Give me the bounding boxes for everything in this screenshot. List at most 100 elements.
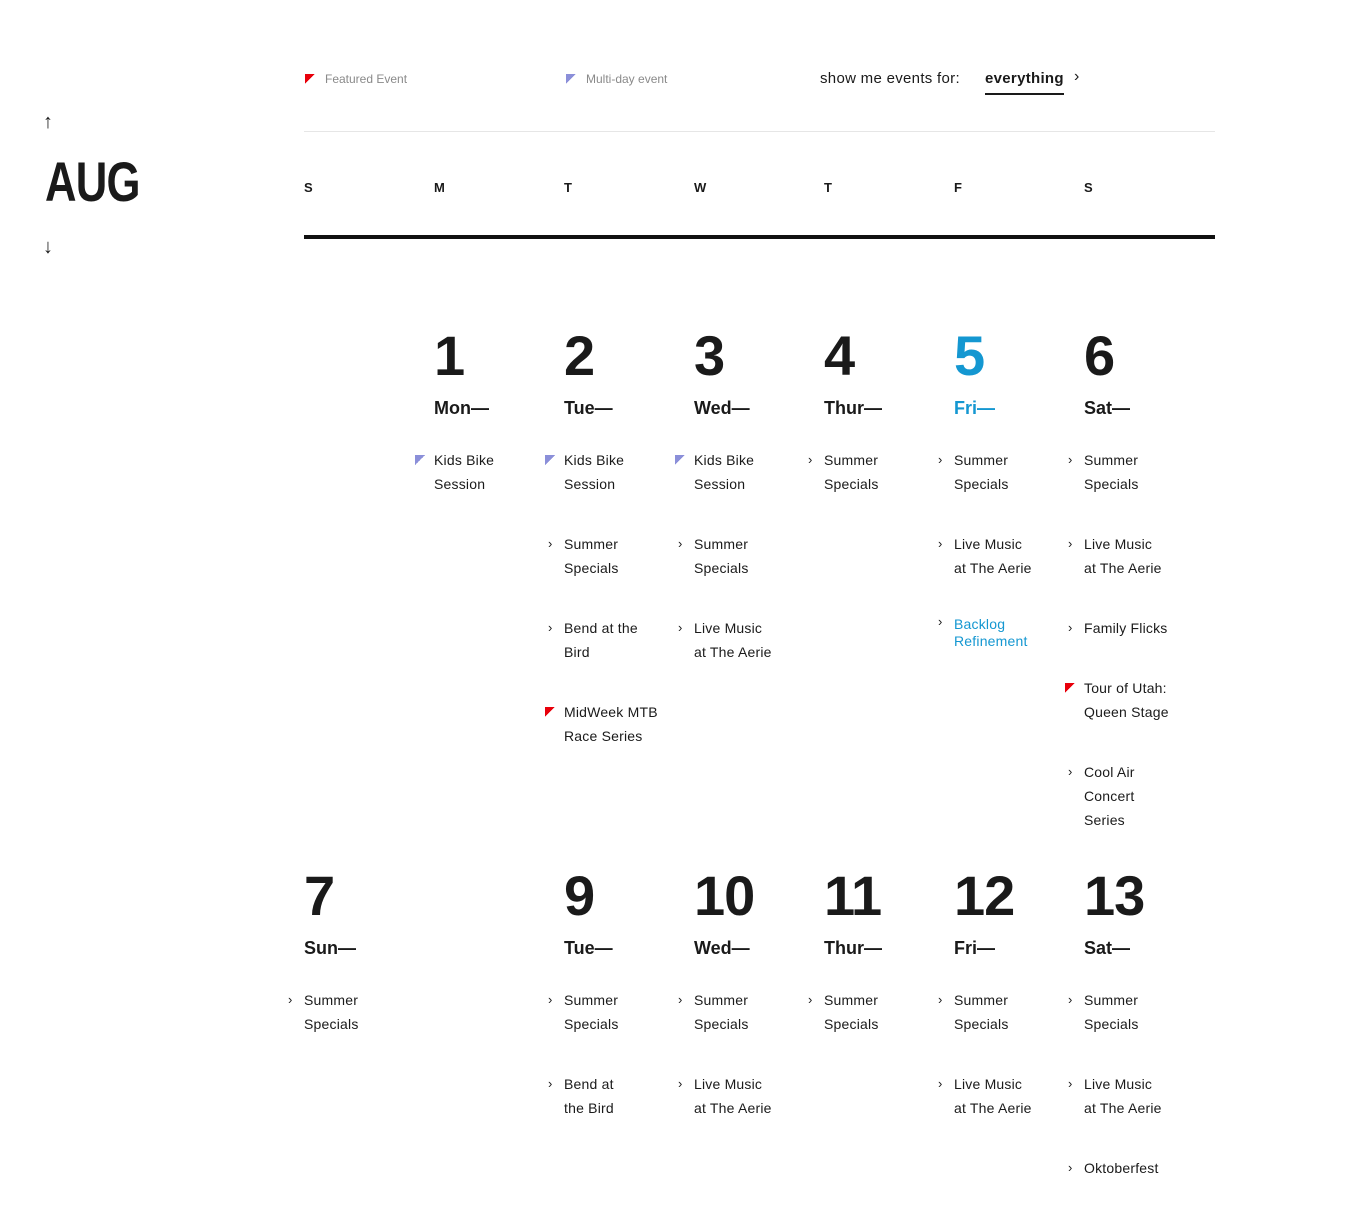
chevron-right-icon: › xyxy=(938,452,943,467)
event-title-line: Bend at the xyxy=(564,620,638,636)
day-number: 3 xyxy=(694,324,725,387)
event-title-line: Summer xyxy=(694,992,749,1008)
event-title-line: Family Flicks xyxy=(1084,620,1168,636)
day-cell: 13 Sat— › Summer Specials › Live Music at The A… xyxy=(1068,864,1209,1216)
event-title-line: Cool Air xyxy=(1084,764,1135,780)
event-title-line: Session xyxy=(694,476,746,492)
weekday-label: M xyxy=(434,180,445,195)
event-item[interactable]: › Summer Specials xyxy=(808,988,949,1036)
event-item[interactable]: › Summer Specials xyxy=(678,532,819,580)
event-title-line: Summer xyxy=(564,536,619,552)
event-list: › Summer Specials › Live Music at The Aerie xyxy=(678,988,819,1120)
event-item[interactable]: › Summer Specials xyxy=(938,448,1079,496)
event-list: Kids Bike Session › Summer Specials › Bend at … xyxy=(545,448,689,748)
day-number: 11 xyxy=(824,864,882,927)
header-divider xyxy=(304,131,1215,132)
event-item[interactable]: › Live Music at The Aerie xyxy=(678,1072,819,1120)
event-title-line: Specials xyxy=(304,1016,359,1032)
day-cell: 7 Sun— › Summer Specials xyxy=(288,868,429,1072)
chevron-right-icon: › xyxy=(1068,1076,1073,1091)
day-cell: 10 Wed— › Summer Specials › Live Music at The A… xyxy=(678,864,819,1156)
event-title-line: Queen Stage xyxy=(1084,704,1169,720)
event-item[interactable]: › Summer Specials xyxy=(288,988,429,1036)
event-title-line: Specials xyxy=(694,560,749,576)
day-name: Sat— xyxy=(1084,398,1131,418)
event-item[interactable]: › Summer Specials xyxy=(1068,448,1209,496)
chevron-right-icon: › xyxy=(1068,1160,1073,1175)
event-list: › Summer Specials › Live Music at The Aerie xyxy=(938,988,1079,1120)
chevron-right-icon: › xyxy=(1068,452,1073,467)
day-cell: 9 Tue— › Summer Specials › Bend at the Bird xyxy=(548,868,689,1156)
multiday-flag-icon xyxy=(566,74,576,84)
event-item[interactable]: › Summer Specials xyxy=(808,448,949,496)
event-title-line: Specials xyxy=(694,1016,749,1032)
chevron-right-icon: › xyxy=(548,536,553,551)
event-item[interactable]: › Live Music at The Aerie xyxy=(1068,1072,1209,1120)
event-title-line: Specials xyxy=(1084,476,1139,492)
event-item[interactable]: › Bend at the Bird xyxy=(548,1072,689,1120)
event-item[interactable]: Tour of Utah: Queen Stage xyxy=(1065,676,1209,724)
event-list: › Summer Specials xyxy=(808,988,949,1036)
event-title-line: Live Music xyxy=(954,536,1023,552)
event-title-line: at The Aerie xyxy=(954,1100,1032,1116)
event-item[interactable]: › Live Music at The Aerie xyxy=(938,1072,1079,1120)
event-title-line: Session xyxy=(564,476,616,492)
event-title-line: Live Music xyxy=(1084,1076,1153,1092)
day-name: Tue— xyxy=(564,398,613,418)
event-item[interactable]: › Live Music at The Aerie xyxy=(678,616,819,664)
event-item[interactable]: › Live Music at The Aerie xyxy=(938,532,1079,580)
chevron-right-icon: › xyxy=(288,992,293,1007)
event-list: Kids Bike Session xyxy=(415,448,559,496)
day-number: 13 xyxy=(1084,864,1145,927)
weekday-label: T xyxy=(824,180,832,195)
event-item[interactable]: › Cool Air Concert Series xyxy=(1068,760,1209,832)
event-title-line: MidWeek MTB xyxy=(564,704,658,720)
event-title-line: Refinement xyxy=(954,633,1028,649)
event-item[interactable]: Kids Bike Session xyxy=(675,448,819,496)
event-title-line: Specials xyxy=(824,1016,879,1032)
event-item[interactable]: Kids Bike Session xyxy=(545,448,689,496)
chevron-right-icon: › xyxy=(808,452,813,467)
chevron-right-icon[interactable]: › xyxy=(1074,68,1079,86)
day-number: 5 xyxy=(954,324,985,387)
arrow-down-icon[interactable]: ↓ xyxy=(43,237,53,257)
event-item[interactable]: Kids Bike Session xyxy=(415,448,559,496)
event-item[interactable]: › Summer Specials xyxy=(548,988,689,1036)
weekday-label: F xyxy=(954,180,962,195)
event-title-line: Specials xyxy=(954,476,1009,492)
event-title-line: Session xyxy=(434,476,486,492)
event-item[interactable]: › Backlog Refinement xyxy=(938,614,1079,650)
event-title-line: Concert xyxy=(1084,788,1135,804)
event-item[interactable]: MidWeek MTB Race Series xyxy=(545,700,689,748)
featured-flag-icon xyxy=(1065,683,1075,693)
day-cell: 1 Mon— Kids Bike Session xyxy=(415,328,559,532)
event-item[interactable]: › Family Flicks xyxy=(1068,616,1209,640)
event-title-line: Summer xyxy=(954,452,1009,468)
event-item[interactable]: › Summer Specials xyxy=(938,988,1079,1036)
event-item[interactable]: › Live Music at The Aerie xyxy=(1068,532,1209,580)
day-name: Mon— xyxy=(434,398,489,418)
day-number: 6 xyxy=(1084,324,1115,387)
legend-featured-label: Featured Event xyxy=(325,72,408,86)
chevron-right-icon: › xyxy=(678,1076,683,1091)
day-name: Tue— xyxy=(564,938,613,958)
day-cell: 11 Thur— › Summer Specials xyxy=(808,864,949,1072)
day-number: 10 xyxy=(694,864,755,927)
event-title-line: Summer xyxy=(954,992,1009,1008)
event-title-line: Summer xyxy=(304,992,359,1008)
event-title-line: Specials xyxy=(1084,1016,1139,1032)
event-title-line: Kids Bike xyxy=(694,452,755,468)
event-title-line: at The Aerie xyxy=(694,1100,772,1116)
filter-dropdown[interactable]: everything xyxy=(985,70,1064,95)
day-number: 12 xyxy=(954,864,1015,927)
event-item[interactable]: › Oktoberfest xyxy=(1068,1156,1209,1180)
event-item[interactable]: › Summer Specials xyxy=(548,532,689,580)
event-title-line: Kids Bike xyxy=(564,452,625,468)
event-title-line: Summer xyxy=(1084,452,1139,468)
day-name: Thur— xyxy=(824,398,882,418)
weekday-label: S xyxy=(1084,180,1093,195)
event-item[interactable]: › Bend at the Bird xyxy=(548,616,689,664)
arrow-up-icon[interactable]: ↑ xyxy=(43,112,53,132)
event-item[interactable]: › Summer Specials xyxy=(1068,988,1209,1036)
event-item[interactable]: › Summer Specials xyxy=(678,988,819,1036)
